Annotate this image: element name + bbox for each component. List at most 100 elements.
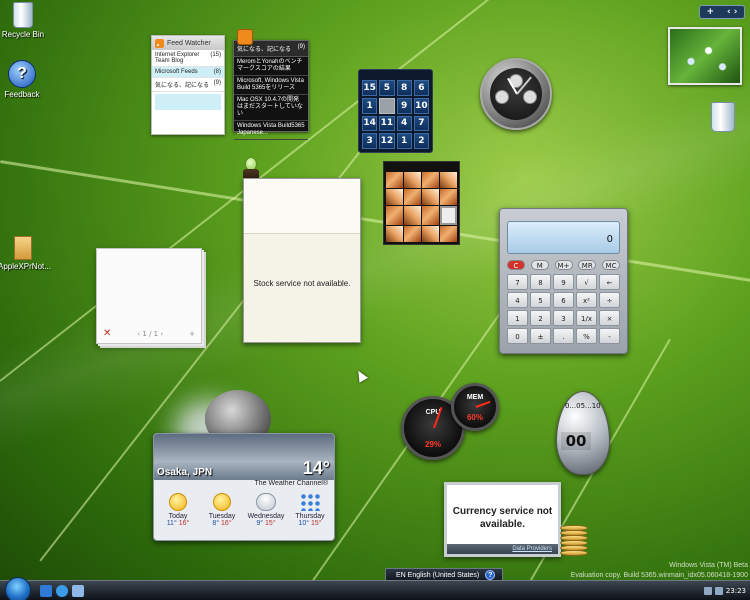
memory-gauge[interactable]: MEM 60%: [451, 383, 499, 431]
puzzle-tile[interactable]: 4: [396, 115, 412, 132]
headline-item[interactable]: MeromとYonahのベンチマークスコアの結果: [234, 57, 308, 76]
volume-icon[interactable]: [714, 586, 723, 595]
picture-tile[interactable]: [422, 172, 439, 188]
picture-puzzle-gadget[interactable]: [383, 161, 460, 245]
calc-key[interactable]: 1/x: [576, 310, 597, 326]
puzzle-tile[interactable]: 1: [362, 97, 378, 114]
feed-watcher-gadget[interactable]: Feed Watcher Internet Explorer Team Blog…: [151, 35, 225, 135]
picture-tile[interactable]: [386, 188, 403, 205]
puzzle-tile[interactable]: 1: [396, 133, 412, 149]
tray-clock[interactable]: 23:23: [726, 587, 746, 595]
picture-tile[interactable]: [404, 226, 421, 242]
calc-key[interactable]: √: [576, 274, 597, 290]
puzzle-tile[interactable]: 7: [413, 115, 429, 132]
picture-tile[interactable]: [440, 226, 457, 242]
puzzle-empty-slot[interactable]: [379, 97, 395, 114]
feed-item[interactable]: 気になる、記になる (9): [152, 78, 224, 92]
memory-button[interactable]: M: [530, 260, 549, 270]
number-puzzle-gadget[interactable]: 15 5 8 6 1 9 10 14 11 4 7 3 12 1 2: [358, 69, 433, 153]
notes-gadget[interactable]: ✕ ‹ 1 / 1 › +: [96, 248, 202, 344]
delete-note-icon[interactable]: ✕: [103, 328, 111, 339]
switch-windows-icon[interactable]: [72, 585, 84, 597]
calc-key[interactable]: 3: [553, 310, 574, 326]
headline-item[interactable]: Windows Vista Build5365 Japanese...: [234, 121, 308, 140]
calc-key[interactable]: 2: [530, 310, 551, 326]
calc-key[interactable]: 9: [553, 274, 574, 290]
internet-explorer-icon[interactable]: [56, 585, 68, 597]
picture-tile[interactable]: [404, 205, 421, 226]
memory-recall-button[interactable]: MR: [578, 260, 597, 270]
calc-key[interactable]: ×: [599, 310, 620, 326]
calc-key[interactable]: 6: [553, 292, 574, 308]
calc-key[interactable]: ±: [530, 328, 551, 344]
clear-button[interactable]: C: [507, 260, 525, 270]
puzzle-tile[interactable]: 11: [379, 115, 395, 132]
puzzle-tile[interactable]: 10: [413, 97, 429, 114]
picture-tile[interactable]: [422, 226, 439, 242]
add-note-icon[interactable]: +: [189, 330, 195, 338]
picture-tile[interactable]: [386, 172, 403, 188]
puzzle-tile[interactable]: 9: [396, 97, 412, 114]
currency-gadget[interactable]: Currency service not available. Data Pro…: [444, 482, 561, 557]
recycle-bin-icon[interactable]: [711, 102, 735, 132]
memory-clear-button[interactable]: MC: [602, 260, 620, 270]
desktop-icon-folder[interactable]: AppleXPrNot...: [0, 236, 51, 271]
feed-item[interactable]: Internet Explorer Team Blog (15): [152, 50, 224, 67]
weather-provider-link[interactable]: The Weather Channel®: [154, 480, 334, 491]
calc-key[interactable]: 5: [530, 292, 551, 308]
egg-timer-gadget[interactable]: 0...05...10 00: [556, 391, 610, 475]
picture-tile[interactable]: [422, 188, 439, 205]
clock-gadget[interactable]: [480, 58, 552, 130]
memory-add-button[interactable]: M+: [554, 260, 573, 270]
language-label[interactable]: EN English (United States): [396, 572, 479, 579]
puzzle-tile[interactable]: 2: [413, 133, 429, 149]
show-desktop-icon[interactable]: [40, 585, 52, 597]
sidebar-add-button[interactable]: +: [706, 7, 714, 17]
puzzle-tile[interactable]: 3: [362, 133, 378, 149]
calc-key[interactable]: 7: [507, 274, 528, 290]
picture-empty-slot[interactable]: [440, 205, 457, 226]
puzzle-tile[interactable]: 8: [396, 80, 412, 96]
picture-tile[interactable]: [440, 172, 457, 188]
weather-city: Osaka, JPN: [157, 467, 213, 478]
calc-key[interactable]: x²: [576, 292, 597, 308]
puzzle-tile[interactable]: 14: [362, 115, 378, 132]
calc-key[interactable]: ÷: [599, 292, 620, 308]
data-providers-link[interactable]: Data Providers: [512, 546, 552, 552]
prev-note-button[interactable]: ‹: [137, 330, 140, 338]
desktop-icon-recycle-bin[interactable]: Recycle Bin: [0, 2, 48, 39]
network-icon[interactable]: [703, 586, 712, 595]
feed-item[interactable]: Microsoft Feeds (8): [152, 67, 224, 78]
slideshow-gadget[interactable]: [668, 27, 742, 85]
calc-key[interactable]: %: [576, 328, 597, 344]
picture-tile[interactable]: [386, 205, 403, 226]
picture-tile[interactable]: [440, 188, 457, 205]
puzzle-tile[interactable]: 5: [379, 80, 395, 96]
feed-headlines-gadget[interactable]: 気になる、記になる (9) MeromとYonahのベンチマークスコアの結果 M…: [233, 40, 309, 140]
headline-item[interactable]: Microsoft, Windows Vista Build 5365をリリース: [234, 76, 308, 95]
headline-item[interactable]: Mac OSX 10.4.7の開発はまだスタートしていない: [234, 95, 308, 121]
puzzle-tile[interactable]: 12: [379, 133, 395, 149]
calc-key[interactable]: ←: [599, 274, 620, 290]
sidebar-nav-button[interactable]: ‹ ›: [727, 7, 738, 17]
stocks-gadget[interactable]: Stock service not available.: [243, 178, 361, 343]
calc-key[interactable]: 4: [507, 292, 528, 308]
puzzle-tile[interactable]: 15: [362, 80, 378, 96]
calc-key[interactable]: -: [599, 328, 620, 344]
start-button[interactable]: [5, 577, 31, 600]
desktop-icon-feedback[interactable]: ? Feedback: [0, 60, 47, 99]
weather-gadget[interactable]: Osaka, JPN 14° The Weather Channel® Toda…: [153, 433, 335, 541]
weather-current-panel: Osaka, JPN 14°: [154, 434, 334, 480]
picture-tile[interactable]: [404, 188, 421, 205]
next-note-button[interactable]: ›: [160, 330, 163, 338]
picture-tile[interactable]: [404, 172, 421, 188]
calc-key[interactable]: 8: [530, 274, 551, 290]
help-icon[interactable]: ?: [485, 570, 496, 580]
calc-key[interactable]: 0: [507, 328, 528, 344]
calc-key[interactable]: 1: [507, 310, 528, 326]
calculator-gadget[interactable]: 0 C M M+ MR MC 7 8 9 √ ← 4 5 6 x² ÷ 1 2 …: [499, 208, 628, 354]
picture-tile[interactable]: [422, 205, 439, 226]
puzzle-tile[interactable]: 6: [413, 80, 429, 96]
calc-key[interactable]: .: [553, 328, 574, 344]
picture-tile[interactable]: [386, 226, 403, 242]
